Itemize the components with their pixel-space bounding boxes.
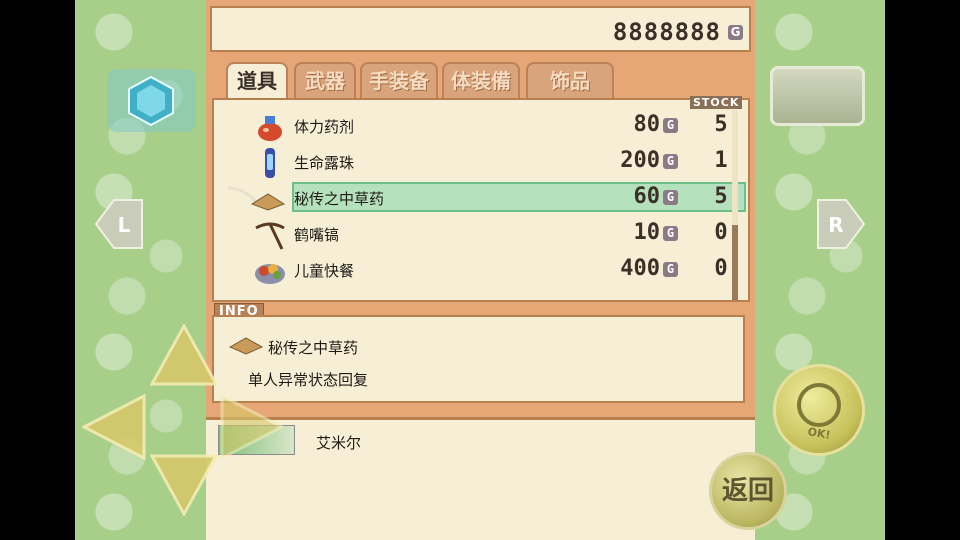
gold-unit-icon: G [663,225,678,241]
ok-ring-icon [797,383,841,427]
item-price: 200 G [620,148,678,173]
list-item[interactable]: 儿童快餐 400 G 0 [228,254,728,288]
item-name: 秘传之中草药 [294,190,385,208]
item-name: 儿童快餐 [294,262,355,280]
item-price: 80 G [634,112,678,137]
dpad-down-button[interactable] [150,452,218,516]
item-price: 400 G [620,256,678,281]
dpad-up-button[interactable] [150,324,218,388]
list-item[interactable]: 生命露珠 200 G 1 [228,146,728,180]
item-stock: 0 [714,256,728,281]
list-item-selected[interactable]: 秘传之中草药 60 G 5 [227,182,746,216]
kids-meal-icon [255,264,285,284]
dpad-left-button[interactable] [82,394,148,460]
tab-accessories[interactable]: 饰品 [526,62,614,98]
character-name[interactable]: 艾米尔 [316,432,361,453]
item-stock: 5 [714,112,728,137]
gold-amount: 8888888 [612,18,721,46]
item-list: 体力药剂 80 G 5 生命露珠 200 G 1 秘传之中草药 60 G 5 鹤… [212,98,750,302]
list-item[interactable]: 鹤嘴镐 10 G 0 [228,218,728,252]
dew-crystal-icon [265,148,275,178]
tab-hand-gear[interactable]: 手装备 [360,62,438,98]
crystal-menu-button[interactable] [107,69,196,132]
crystal-icon [128,75,174,127]
item-stock: 0 [714,220,728,245]
r-shoulder-button[interactable]: R [816,198,866,250]
gold-unit-icon: G [663,189,678,205]
dpad-right-button[interactable] [218,394,284,460]
info-item-name: 秘传之中草药 [268,339,359,357]
herb-powder-icon [228,337,264,355]
pickaxe-icon [255,222,285,250]
list-item[interactable]: 体力药剂 80 G 5 [228,110,728,144]
gold-unit-icon: G [663,117,678,133]
tab-weapons[interactable]: 武器 [294,62,356,98]
item-name: 体力药剂 [294,118,355,136]
l-shoulder-button[interactable]: L [94,198,144,250]
gold-unit-icon: G [663,261,678,277]
info-description: 单人异常状态回复 [248,371,369,389]
ok-button[interactable]: OK! [773,364,865,456]
herb-powder-icon [227,186,286,211]
return-button[interactable]: 返回 [709,452,787,530]
stock-column-label: STOCK [690,96,743,109]
svg-text:L: L [118,213,131,237]
item-price: 60 G [634,184,678,209]
item-stock: 5 [714,184,728,209]
gold-unit-icon: G [728,25,743,40]
item-name: 鹤嘴镐 [294,226,340,244]
gold-unit-icon: G [663,153,678,169]
scrollbar-thumb[interactable] [732,225,738,300]
item-name: 生命露珠 [294,154,355,172]
menu-button[interactable] [770,66,865,126]
item-stock: 1 [714,148,728,173]
potion-icon [258,116,282,141]
tab-body-gear[interactable]: 体装備 [442,62,520,98]
gold-display: 8888888 G [210,6,751,52]
info-panel: 秘传之中草药 单人异常状态回复 [212,315,745,403]
tab-items[interactable]: 道具 [226,62,288,102]
svg-text:R: R [828,213,843,237]
item-price: 10 G [634,220,678,245]
